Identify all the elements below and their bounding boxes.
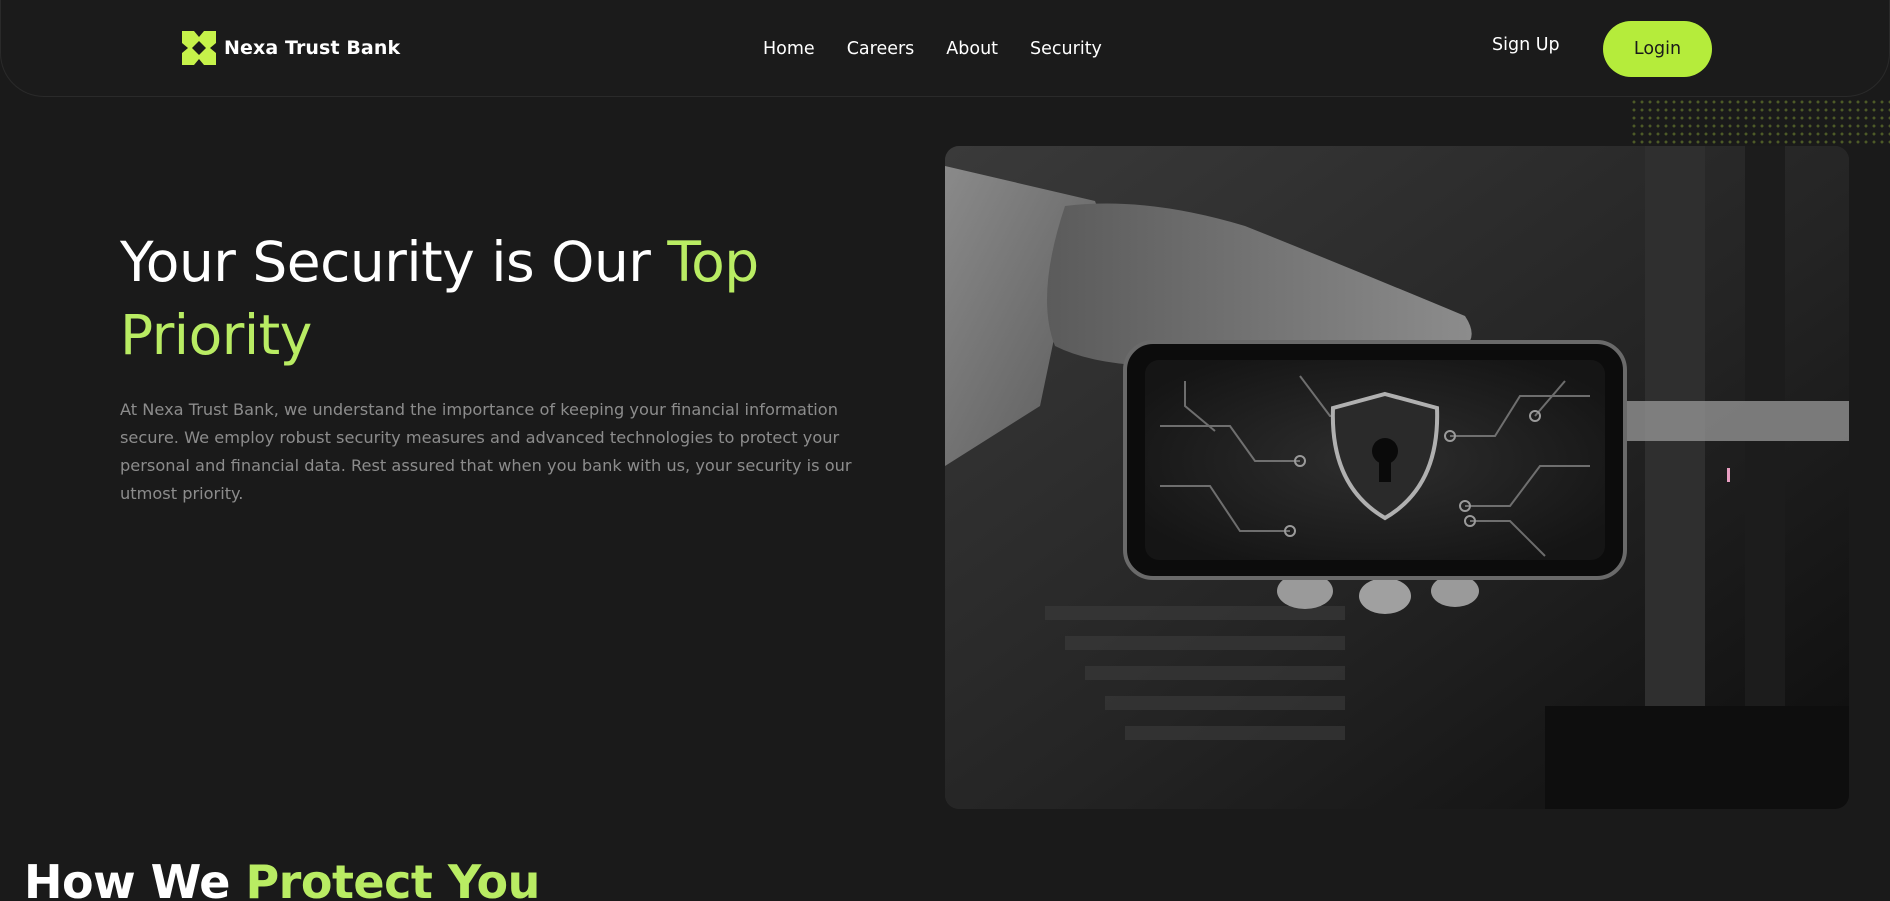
sign-up-link[interactable]: Sign Up [1492,33,1560,57]
section-title-protect: How We Protect You [24,852,924,901]
security-page: Nexa Trust Bank Home Careers About Secur… [0,0,1890,901]
login-button[interactable]: Login [1603,21,1712,77]
nav-about[interactable]: About [946,37,998,61]
site-header: Nexa Trust Bank Home Careers About Secur… [0,0,1890,97]
nav-home[interactable]: Home [763,37,815,61]
phone-security-illustration [945,146,1849,809]
brand-logo-link[interactable]: Nexa Trust Bank [182,31,400,65]
decorative-dot-pattern [1630,98,1890,144]
hero-title-main: Your Security is Our [120,230,668,294]
section-title-accent: Protect You [245,855,540,901]
hero-image [945,146,1849,809]
text-cursor-marker [1727,468,1730,482]
brand-name: Nexa Trust Bank [224,36,401,59]
section-title-main: How We [24,855,246,901]
nexa-x-logo-icon [182,31,216,65]
hero-title: Your Security is Our Top Priority [120,226,800,372]
main-nav: Home Careers About Security [763,37,1134,61]
nav-security[interactable]: Security [1030,37,1102,61]
hero-description: At Nexa Trust Bank, we understand the im… [120,400,852,503]
nav-careers[interactable]: Careers [847,37,915,61]
